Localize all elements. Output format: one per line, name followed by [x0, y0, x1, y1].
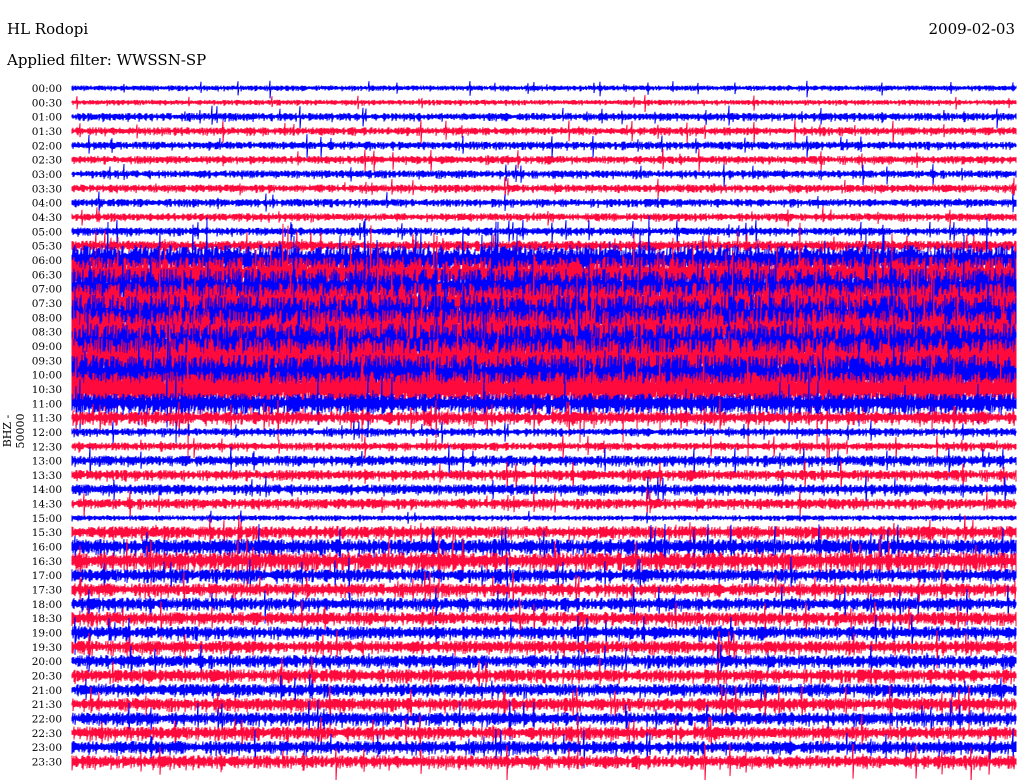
row-time-label: 23:00 — [32, 742, 62, 754]
row-time-label: 08:30 — [32, 327, 62, 339]
row-time-label: 18:00 — [32, 599, 62, 611]
row-time-label: 17:00 — [32, 570, 62, 582]
row-time-label: 17:30 — [32, 585, 62, 597]
trace-row-0330 — [71, 177, 1017, 199]
trace-row-0130 — [71, 120, 1017, 145]
trace-row-0030 — [71, 95, 1017, 113]
row-time-label: 21:30 — [32, 699, 62, 711]
row-time-label: 19:30 — [32, 642, 62, 654]
trace-row-1200 — [71, 420, 1017, 445]
row-time-label: 13:30 — [32, 470, 62, 482]
trace-row-1500 — [71, 510, 1017, 526]
row-time-label: 05:30 — [32, 241, 62, 253]
row-time-label: 12:30 — [32, 441, 62, 453]
row-time-label: 15:00 — [32, 513, 62, 525]
row-time-label: 00:00 — [32, 83, 62, 95]
trace-row-0400 — [71, 191, 1017, 214]
row-time-label: 11:00 — [32, 398, 62, 410]
row-time-label: 09:00 — [32, 341, 62, 353]
row-time-label: 20:00 — [32, 656, 62, 668]
trace-row-1430 — [71, 488, 1017, 520]
row-time-label: 07:00 — [32, 284, 62, 296]
row-time-label: 07:30 — [32, 298, 62, 310]
row-time-label: 06:00 — [32, 255, 62, 267]
helicorder-plot: 00:00 00:30 01:00 01:30 02:00 02:30 03:00 03:30… — [32, 80, 1017, 780]
row-time-label: 10:00 — [32, 370, 62, 382]
row-time-label: 22:30 — [32, 728, 62, 740]
row-time-label: 14:00 — [32, 484, 62, 496]
row-time-label: 06:30 — [32, 269, 62, 281]
row-time-label: 23:30 — [32, 757, 62, 769]
row-time-label: 22:00 — [32, 714, 62, 726]
row-time-label: 05:00 — [32, 226, 62, 238]
row-time-label: 12:00 — [32, 427, 62, 439]
row-time-label: 02:30 — [32, 155, 62, 167]
trace-row-0430 — [71, 206, 1017, 227]
trace-row-0230 — [71, 148, 1017, 173]
row-time-label: 04:00 — [32, 198, 62, 210]
row-time-label: 21:00 — [32, 685, 62, 697]
trace-row-0000 — [71, 80, 1017, 99]
row-time-label: 13:00 — [32, 456, 62, 468]
trace-row-0300 — [71, 163, 1017, 187]
row-time-label: 08:00 — [32, 312, 62, 324]
row-time-label: 00:30 — [32, 97, 62, 109]
row-time-label: 15:30 — [32, 527, 62, 539]
row-time-label: 20:30 — [32, 671, 62, 683]
row-time-label: 16:30 — [32, 556, 62, 568]
row-time-label: 03:00 — [32, 169, 62, 181]
trace-row-1230 — [71, 435, 1017, 460]
row-time-label: 16:00 — [32, 542, 62, 554]
row-time-label: 02:00 — [32, 140, 62, 152]
trace-row-0100 — [71, 105, 1017, 130]
row-time-label: 01:30 — [32, 126, 62, 138]
row-time-label: 03:30 — [32, 183, 62, 195]
row-time-label: 04:30 — [32, 212, 62, 224]
row-time-label: 01:00 — [32, 112, 62, 124]
row-time-label: 11:30 — [32, 413, 62, 425]
trace-row-0200 — [71, 134, 1017, 159]
row-time-label: 18:30 — [32, 613, 62, 625]
row-time-label: 09:30 — [32, 355, 62, 367]
row-time-label: 19:00 — [32, 628, 62, 640]
row-time-label: 10:30 — [32, 384, 62, 396]
row-time-label: 14:30 — [32, 499, 62, 511]
